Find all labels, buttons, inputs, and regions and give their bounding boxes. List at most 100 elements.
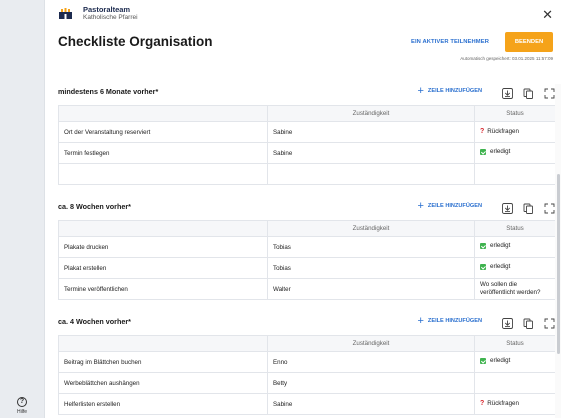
table-row: Helferlisten erstellen Sabine? Rückfragen <box>58 393 556 415</box>
table-row: Plakate drucken Tobias erledigt <box>58 236 556 258</box>
table-header-row: Zuständigkeit Status <box>58 220 556 237</box>
question-icon: ? <box>480 128 485 135</box>
status-text: erledigt <box>490 148 511 155</box>
left-rail: ? Hilfe <box>0 0 44 418</box>
task-cell[interactable]: Plakat erstellen <box>58 257 268 279</box>
plus-icon: + <box>417 200 424 212</box>
status-badge: erledigt <box>480 242 510 250</box>
status-text: Wo sollen die veröffentlicht werden? <box>480 281 541 296</box>
status-cell[interactable]: Wo sollen die veröffentlicht werden? <box>474 278 556 300</box>
assignee-cell[interactable]: Sabine <box>267 121 475 143</box>
copy-icon[interactable] <box>523 201 534 214</box>
status-text: erledigt <box>490 242 511 249</box>
expand-icon[interactable] <box>544 201 555 213</box>
help-circle-icon: ? <box>17 397 27 407</box>
section-title: ca. 8 Wochen vorher* <box>58 202 131 211</box>
checklist-panel: Pastoralteam Katholische Pfarrei ✕ Check… <box>44 0 561 418</box>
section-toolbar: + ZEILE HINZUFÜGEN <box>417 200 555 214</box>
checklist-table: Zuständigkeit Status Ort der Veranstaltung… <box>58 105 556 185</box>
task-cell[interactable]: Plakate drucken <box>58 236 268 258</box>
header-task <box>58 105 268 122</box>
question-icon: ? <box>480 400 485 407</box>
status-cell[interactable] <box>474 372 556 394</box>
header-assignee: Zuständigkeit <box>267 220 475 237</box>
section-toolbar: + ZEILE HINZUFÜGEN <box>417 85 555 99</box>
church-team-logo <box>59 8 72 19</box>
status-text: Rückfragen <box>487 128 519 135</box>
status-badge: erledigt <box>480 148 510 156</box>
active-participants-link[interactable]: EIN AKTIVER TEILNEHMER <box>411 39 489 45</box>
section-title: ca. 4 Wochen vorher* <box>58 317 131 326</box>
assignee-cell[interactable]: Enno <box>267 351 475 373</box>
status-badge: ? Rückfragen <box>480 128 519 136</box>
table-row: Termin festlegen Sabine erledigt <box>58 142 556 164</box>
status-text: erledigt <box>490 263 511 270</box>
plus-icon: + <box>417 85 424 97</box>
status-cell[interactable]: ? Rückfragen <box>474 393 556 415</box>
copy-icon[interactable] <box>523 86 534 99</box>
checklist-table: Zuständigkeit Status Beitrag im Blättchen … <box>58 335 556 415</box>
table-row: Beitrag im Blättchen buchen Enno erledigt <box>58 351 556 373</box>
checkmark-icon <box>480 358 486 364</box>
status-cell[interactable]: erledigt <box>474 236 556 258</box>
add-row-button[interactable]: + ZEILE HINZUFÜGEN <box>417 85 482 97</box>
status-cell[interactable]: ? Rückfragen <box>474 121 556 143</box>
header-task <box>58 335 268 352</box>
checkmark-icon <box>480 149 486 155</box>
status-cell[interactable]: erledigt <box>474 351 556 373</box>
status-cell[interactable]: erledigt <box>474 142 556 164</box>
add-row-label: ZEILE HINZUFÜGEN <box>427 88 482 94</box>
task-cell[interactable]: Ort der Veranstaltung reserviert <box>58 121 268 143</box>
assignee-cell[interactable] <box>267 163 475 185</box>
add-row-label: ZEILE HINZUFÜGEN <box>427 203 482 209</box>
checkmark-icon <box>480 264 486 270</box>
scrollbar-track[interactable] <box>555 84 561 418</box>
header-status: Status <box>474 105 556 122</box>
brand-name: Pastoralteam <box>83 5 131 14</box>
header-assignee: Zuständigkeit <box>267 335 475 352</box>
assignee-cell[interactable]: Betty <box>267 372 475 394</box>
task-cell[interactable]: Beitrag im Blättchen buchen <box>58 351 268 373</box>
assignee-cell[interactable]: Tobias <box>267 257 475 279</box>
add-row-button[interactable]: + ZEILE HINZUFÜGEN <box>417 200 482 212</box>
table-row: Ort der Veranstaltung reserviert Sabine? R… <box>58 121 556 143</box>
table-header-row: Zuständigkeit Status <box>58 105 556 122</box>
header-status: Status <box>474 220 556 237</box>
task-cell[interactable]: Helferlisten erstellen <box>58 393 268 415</box>
header-task <box>58 220 268 237</box>
expand-icon[interactable] <box>544 316 555 328</box>
finish-button[interactable]: BEENDEN <box>505 32 553 52</box>
header-status: Status <box>474 335 556 352</box>
panel-header: Pastoralteam Katholische Pfarrei ✕ Check… <box>45 0 561 84</box>
autosave-status: Automatisch gespeichert: 03.01.2025 11:5… <box>460 56 553 61</box>
status-cell[interactable] <box>474 163 556 185</box>
copy-icon[interactable] <box>523 316 534 329</box>
task-cell[interactable]: Termine veröffentlichen <box>58 278 268 300</box>
status-text: erledigt <box>490 357 511 364</box>
scrollbar-thumb[interactable] <box>557 174 560 354</box>
download-icon[interactable] <box>502 201 513 214</box>
status-cell[interactable]: erledigt <box>474 257 556 279</box>
add-row-button[interactable]: + ZEILE HINZUFÜGEN <box>417 315 482 327</box>
plus-icon: + <box>417 315 424 327</box>
assignee-cell[interactable]: Walter <box>267 278 475 300</box>
help-label: Hilfe <box>16 409 27 415</box>
task-cell[interactable]: Werbeblättchen aushängen <box>58 372 268 394</box>
assignee-cell[interactable]: Tobias <box>267 236 475 258</box>
status-badge: erledigt <box>480 357 510 365</box>
assignee-cell[interactable]: Sabine <box>267 393 475 415</box>
close-icon[interactable]: ✕ <box>542 8 553 21</box>
download-icon[interactable] <box>502 316 513 329</box>
assignee-cell[interactable]: Sabine <box>267 142 475 164</box>
task-cell[interactable]: Termin festlegen <box>58 142 268 164</box>
download-icon[interactable] <box>502 86 513 99</box>
section-toolbar: + ZEILE HINZUFÜGEN <box>417 315 555 329</box>
table-row <box>58 163 556 185</box>
status-text: Rückfragen <box>487 400 519 407</box>
table-header-row: Zuständigkeit Status <box>58 335 556 352</box>
task-cell[interactable] <box>58 163 268 185</box>
help-button[interactable]: ? Hilfe <box>0 390 44 415</box>
page-title: Checkliste Organisation <box>58 34 213 49</box>
add-row-label: ZEILE HINZUFÜGEN <box>427 318 482 324</box>
expand-icon[interactable] <box>544 86 555 98</box>
